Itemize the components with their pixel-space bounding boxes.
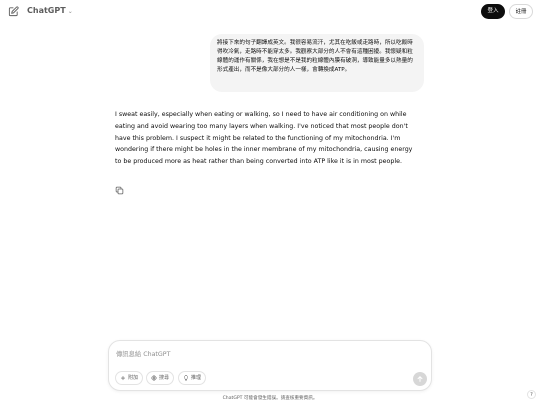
help-button[interactable]: ? — [527, 390, 536, 399]
signup-button[interactable]: 註冊 — [509, 4, 533, 19]
model-selector[interactable]: ChatGPT ⌄ — [27, 6, 73, 15]
lightbulb-icon — [183, 374, 189, 381]
top-bar: ChatGPT ⌄ 登入 註冊 — [0, 0, 540, 24]
user-message-bubble: 將接下來的句子翻譯成英文。我很容易流汗，尤其在吃飯或走路時，所以吃飯時得吹冷氣，… — [210, 34, 424, 92]
send-button[interactable] — [413, 372, 427, 386]
chevron-down-icon: ⌄ — [67, 8, 73, 15]
reason-button[interactable]: 推理 — [178, 371, 207, 385]
copy-icon — [115, 186, 124, 195]
plus-icon — [120, 375, 126, 381]
reason-label: 推理 — [191, 375, 202, 381]
disclaimer-text: ChatGPT 可能會發生錯誤。請查核重要資訊。 — [222, 396, 318, 401]
search-button[interactable]: 搜尋 — [146, 371, 175, 385]
composer: 附加 搜尋 推理 — [108, 340, 432, 391]
assistant-message: I sweat easily, especially when eating o… — [115, 109, 420, 168]
globe-icon — [151, 375, 157, 381]
copy-button[interactable] — [115, 186, 124, 195]
login-button[interactable]: 登入 — [481, 4, 505, 19]
pencil-square-icon — [8, 6, 19, 17]
new-chat-button[interactable] — [8, 6, 19, 17]
user-message-text: 將接下來的句子翻譯成英文。我很容易流汗，尤其在吃飯或走路時，所以吃飯時得吹冷氣，… — [217, 40, 413, 73]
arrow-up-icon — [417, 376, 423, 382]
attach-label: 附加 — [128, 375, 139, 381]
attach-button[interactable]: 附加 — [115, 371, 144, 385]
app-title: ChatGPT — [27, 6, 66, 15]
assistant-message-text: I sweat easily, especially when eating o… — [115, 111, 413, 166]
search-label: 搜尋 — [159, 375, 170, 381]
message-input[interactable] — [116, 348, 416, 360]
